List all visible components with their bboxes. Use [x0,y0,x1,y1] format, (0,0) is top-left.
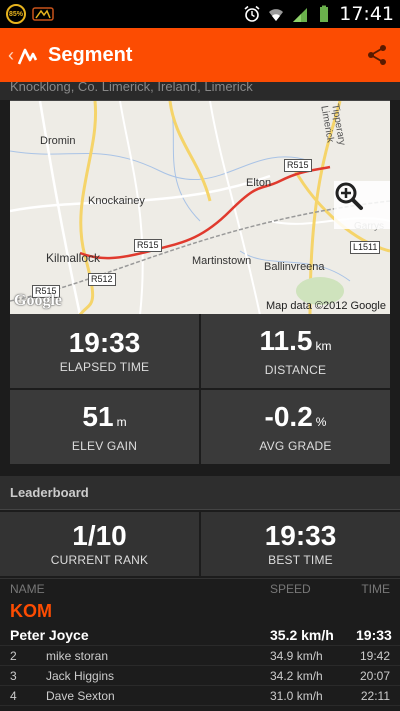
segment-map[interactable]: Dromin Knockainey Elton Kilmallock Marti… [10,100,390,314]
stat-avg-grade: -0.2% AVG GRADE [201,390,390,464]
athlete-name: Dave Sexton [46,688,115,703]
athlete-name: Peter Joyce [10,626,89,643]
leaderboard-row[interactable]: 3 Jack Higgins 34.2 km/h 20:07 [0,666,400,686]
athlete-rank: 3 [10,668,17,683]
athlete-speed: 34.2 km/h [270,668,323,683]
stat-elapsed-time: 19:33 ELAPSED TIME [10,314,199,388]
stat-label: DISTANCE [264,362,327,377]
battery-circle-icon: 85% [6,4,26,24]
leaderboard-row-kom[interactable]: Peter Joyce 35.2 km/h 19:33 [0,624,400,646]
stat-label: AVG GRADE [259,438,332,453]
map-place-label: Martinstown [192,255,252,267]
strava-logo-icon[interactable] [16,44,38,66]
stat-label: ELAPSED TIME [59,360,150,374]
road-shield: L1511 [350,241,381,254]
leaderboard-header: Leaderboard [0,476,400,510]
stat-unit: m [116,414,127,429]
kom-label: KOM [10,600,52,621]
location-text: Knocklong, Co. Limerick, Ireland, Limeri… [0,82,400,100]
map-place-label: Kilmallock [46,251,101,265]
athlete-speed: 34.9 km/h [270,648,323,663]
rank-summary: 1/10 CURRENT RANK 19:33 BEST TIME [0,512,400,576]
athlete-name: Jack Higgins [46,668,115,683]
current-rank-value: 1/10 [72,520,127,551]
share-button[interactable] [362,40,392,70]
stat-unit: % [315,414,327,429]
page-title: Segment [48,43,133,66]
share-icon [368,45,386,65]
zoom-in-icon [335,182,363,210]
leaderboard-columns: NAME SPEED TIME [0,578,400,598]
athlete-name: mike storan [46,648,109,663]
signal-icon [293,8,308,22]
current-rank-label: CURRENT RANK [50,553,149,567]
best-time-label: BEST TIME [268,553,333,567]
zoom-in-button[interactable] [334,181,390,229]
athlete-time: 20:07 [359,668,390,683]
app-bar: ‹ Segment [0,28,400,82]
athlete-rank: 2 [10,648,17,663]
leaderboard-row[interactable]: 2 mike storan 34.9 km/h 19:42 [0,646,400,666]
best-time: 19:33 BEST TIME [201,512,400,576]
athlete-time: 19:42 [359,648,390,663]
map-place-label: Elton [246,177,272,189]
stat-value: 51 [82,400,114,432]
stat-distance: 11.5 km DISTANCE [201,314,390,388]
clock-time: 17:41 [339,3,394,25]
back-chevron-icon[interactable]: ‹ [8,45,14,66]
column-speed: SPEED [270,581,311,596]
road-shield: R515 [134,239,162,252]
map-place-label: Knockainey [88,195,145,207]
status-bar: 85% 17:41 [0,0,400,28]
stat-label: ELEV GAIN [71,438,138,453]
athlete-time: 22:11 [360,688,390,703]
map-place-label: Ballinvreena [264,261,325,273]
current-rank: 1/10 CURRENT RANK [0,512,199,576]
athlete-time: 19:33 [356,626,392,643]
segment-stats: 19:33 ELAPSED TIME 11.5 km DISTANCE 51 m E… [10,314,390,464]
leaderboard-row[interactable]: 4 Dave Sexton 31.0 km/h 22:11 [0,686,400,706]
stat-value: -0.2 [264,400,313,432]
athlete-speed: 31.0 km/h [270,688,323,703]
map-place-label: Dromin [40,135,76,147]
column-name: NAME [10,581,45,596]
google-logo: Google [14,292,62,309]
map-credit: Map data ©2012 Google [265,300,386,312]
wifi-icon [269,9,284,21]
battery-level-text: 85% [8,10,23,18]
road-shield: R512 [88,273,116,286]
stat-unit: km [315,338,332,353]
athlete-speed: 35.2 km/h [270,626,334,643]
alarm-icon [244,5,260,22]
battery-icon [320,5,329,22]
best-time-value: 19:33 [264,520,337,551]
stat-elev-gain: 51 m ELEV GAIN [10,390,199,464]
stat-value: 11.5 [259,324,313,356]
athlete-rank: 4 [10,688,17,703]
strava-notification-icon [32,7,54,21]
stat-value: 19:33 [68,327,141,358]
column-time: TIME [361,581,390,596]
road-shield: R515 [284,159,312,172]
